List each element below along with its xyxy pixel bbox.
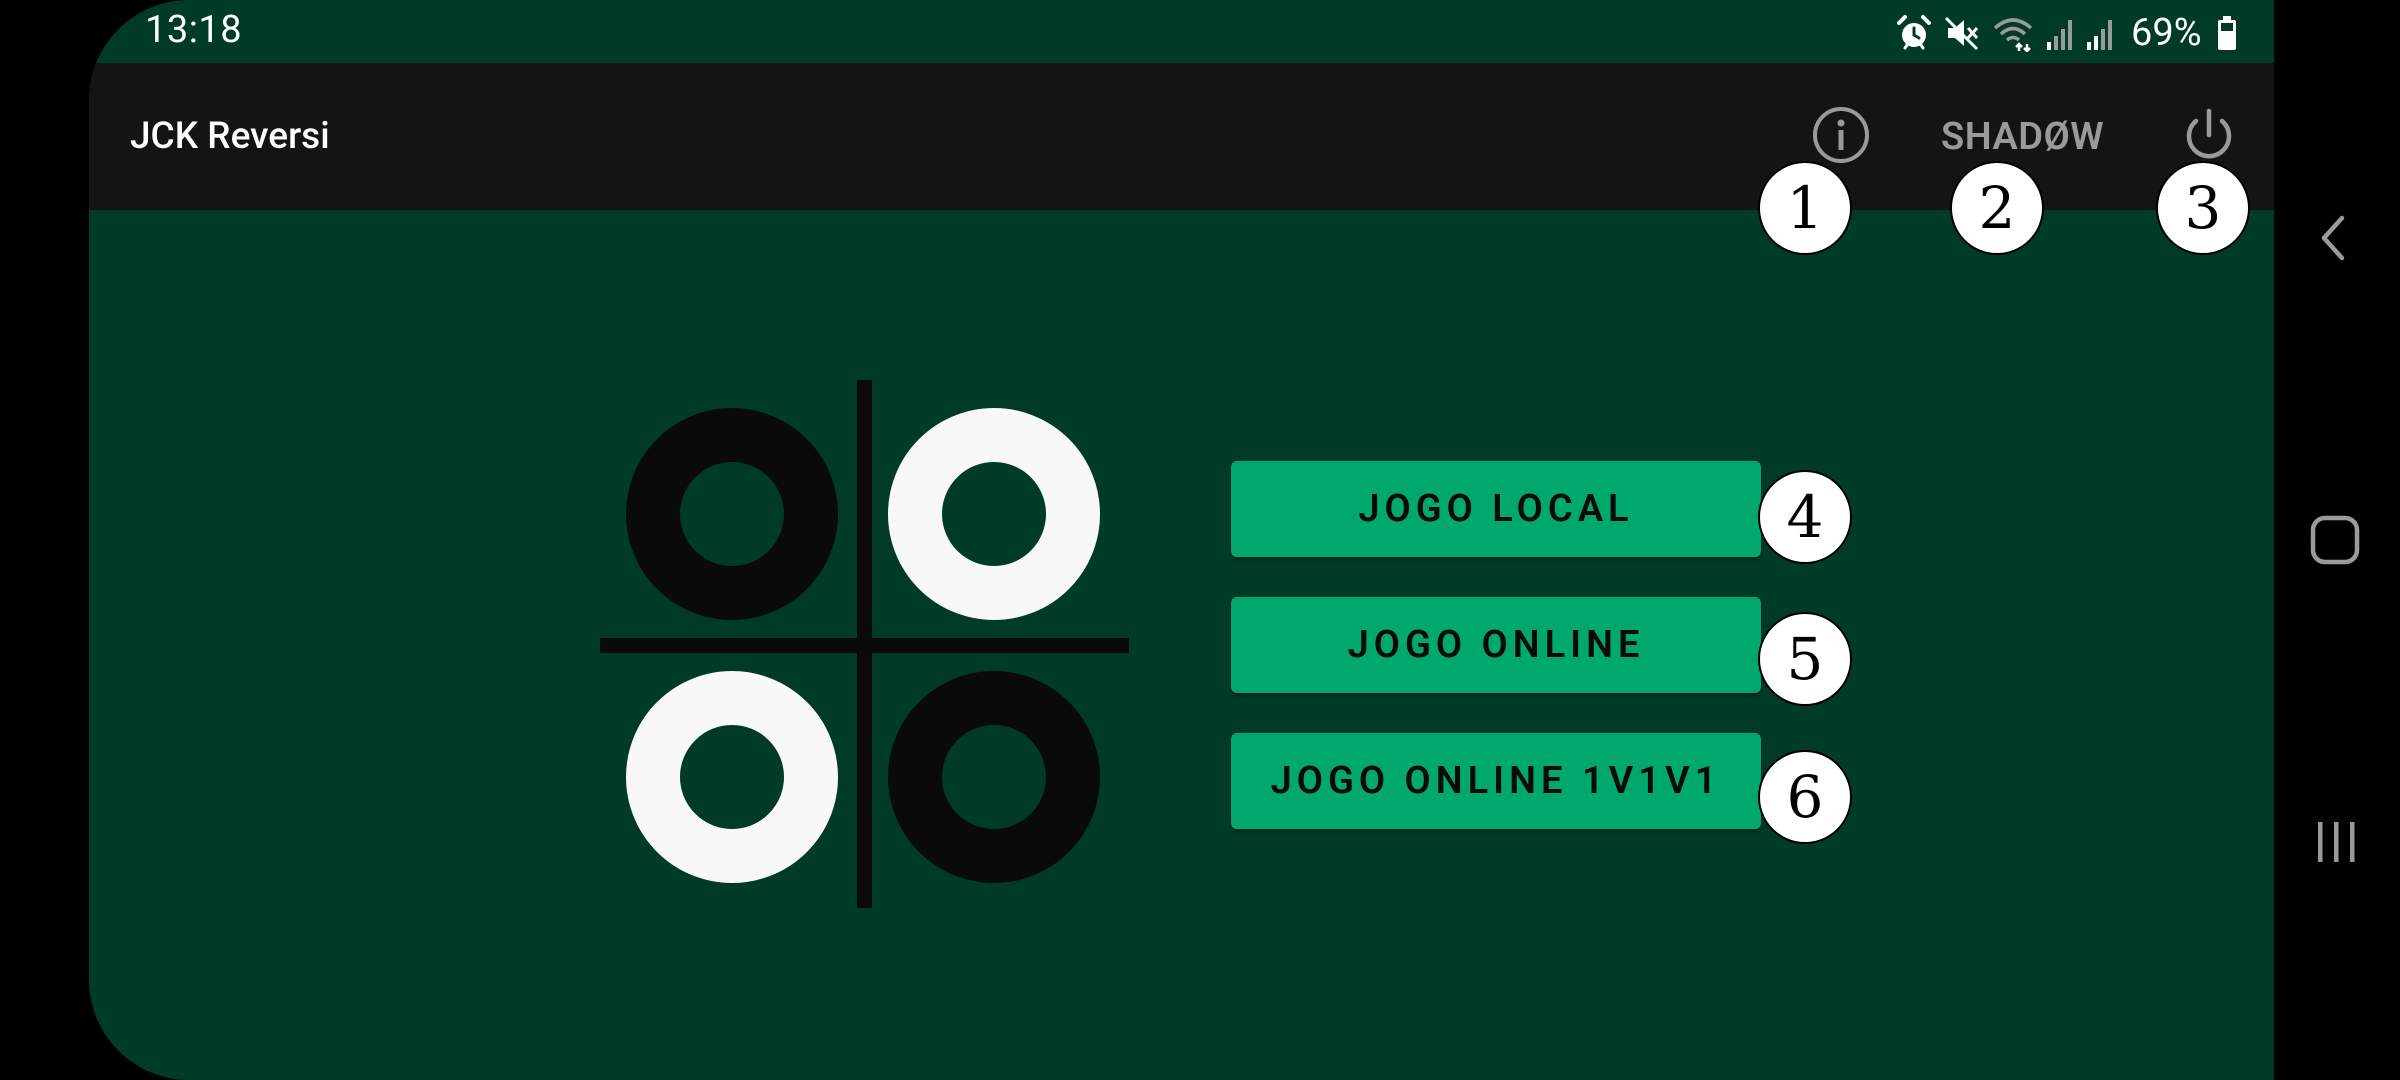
wifi-icon [1993,18,2033,52]
signal-icon [2087,20,2112,50]
info-button[interactable] [1809,103,1873,167]
back-icon[interactable] [2312,212,2360,264]
mute-icon [1944,16,1979,51]
online-game-button[interactable]: JOGO ONLINE [1231,597,1761,693]
app-screen: 13:18 69% JCK Reversi SHADØW JOGO LOCAL … [89,0,2274,1080]
alarm-icon [1897,15,1931,50]
battery-percentage: 69% [2131,11,2202,55]
local-game-button[interactable]: JOGO LOCAL [1231,461,1761,557]
black-piece-top-left [626,408,838,620]
annotation-marker-5: 5 [1758,612,1852,706]
info-icon [1813,107,1869,163]
black-piece-bottom-right [888,671,1100,883]
annotation-marker-2: 2 [1950,161,2044,255]
recents-icon[interactable] [2312,816,2362,868]
white-piece-bottom-left [626,671,838,883]
power-icon [2186,108,2232,159]
battery-icon [2217,16,2236,50]
status-bar: 13:18 69% [89,0,2274,63]
white-piece-top-right [888,408,1100,620]
signal-icon [2047,20,2072,50]
annotation-marker-6: 6 [1758,750,1852,844]
status-icons: 69% [1895,10,2238,56]
app-title: JCK Reversi [130,115,330,158]
navigation-bar [2274,0,2400,1080]
shadow-button[interactable]: SHADØW [1941,115,2104,159]
app-bar: JCK Reversi SHADØW [89,63,2274,210]
home-icon[interactable] [2309,514,2363,568]
annotation-marker-4: 4 [1758,470,1852,564]
annotation-marker-3: 3 [2156,161,2250,255]
status-time: 13:18 [145,8,243,52]
logo-divider-horizontal [600,638,1129,653]
online-1v1v1-game-button[interactable]: JOGO ONLINE 1V1V1 [1231,733,1761,829]
annotation-marker-1: 1 [1758,161,1852,255]
reversi-logo [600,380,1129,908]
power-button[interactable] [2177,103,2241,167]
